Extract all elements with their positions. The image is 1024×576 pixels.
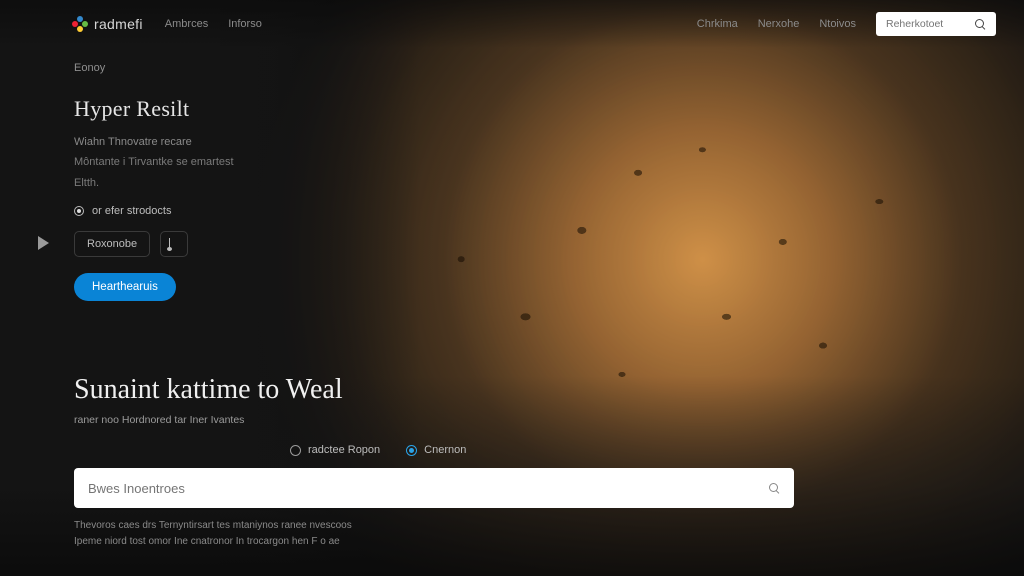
ghost-button[interactable]: Roxonobe (74, 231, 150, 257)
panel-subline-2: Môntante i Tirvantke se emartest (74, 154, 400, 171)
hero-tagline: raner noo Hordnored tar Iner Ivantes (74, 414, 964, 426)
nav-link-1[interactable]: Inforso (228, 18, 262, 30)
site-header: radmefi Ambrces Inforso Chrkima Nerxohe … (0, 0, 1024, 48)
nav-right-2[interactable]: Ntoivos (819, 18, 856, 30)
music-button[interactable] (160, 231, 188, 257)
radio-icon[interactable] (74, 206, 84, 216)
primary-cta-button[interactable]: Hearthearuis (74, 273, 176, 301)
nav-right-0[interactable]: Chrkima (697, 18, 738, 30)
secondary-nav: Chrkima Nerxohe Ntoivos (697, 12, 996, 36)
music-note-icon (169, 238, 179, 250)
header-search[interactable] (876, 12, 996, 36)
fineprint-line-1: Thevoros caes drs Ternyntirsart tes mtan… (74, 520, 352, 531)
search-icon (974, 18, 986, 30)
hero-search-input[interactable] (88, 481, 758, 496)
brand-logo[interactable]: radmefi (72, 16, 143, 32)
filter-option-b-label: Cnernon (424, 444, 466, 456)
filter-option-b[interactable]: Cnernon (406, 444, 466, 456)
feature-panel: Eonoy Hyper Resilt Wiahn Thnovatre recar… (0, 48, 400, 301)
ghost-button-label: Roxonobe (87, 238, 137, 250)
panel-subline-3: Eltth. (74, 175, 400, 192)
search-icon (768, 482, 780, 494)
filter-option-a[interactable]: radctee Ropon (290, 444, 380, 456)
hero-lower-band: Sunaint kattime to Weal raner noo Hordno… (74, 374, 964, 550)
brand-logo-icon (72, 16, 88, 32)
primary-cta-label: Hearthearuis (92, 281, 158, 293)
panel-radio-option[interactable]: or efer strodocts (74, 205, 400, 217)
brand-name: radmefi (94, 16, 143, 32)
fineprint-line-2: Ipeme niord tost omor Ine cnatronor In t… (74, 536, 340, 547)
header-search-input[interactable] (886, 18, 968, 30)
search-filter-row: radctee Ropon Cnernon (74, 444, 964, 456)
radio-label: or efer strodocts (92, 205, 171, 217)
hero-headline: Sunaint kattime to Weal (74, 374, 964, 406)
hero-search[interactable] (74, 468, 794, 508)
play-icon[interactable] (38, 236, 49, 250)
panel-heading: Hyper Resilt (74, 96, 400, 122)
panel-button-row: Roxonobe (74, 231, 400, 257)
hero-fineprint: Thevoros caes drs Ternyntirsart tes mtan… (74, 518, 634, 550)
primary-nav: Ambrces Inforso (165, 18, 262, 30)
filter-option-a-label: radctee Ropon (308, 444, 380, 456)
nav-right-1[interactable]: Nerxohe (758, 18, 800, 30)
eyebrow-label: Eonoy (74, 62, 400, 74)
radio-icon (290, 445, 301, 456)
radio-icon (406, 445, 417, 456)
nav-link-0[interactable]: Ambrces (165, 18, 208, 30)
panel-subline-1: Wiahn Thnovatre recare (74, 136, 400, 148)
